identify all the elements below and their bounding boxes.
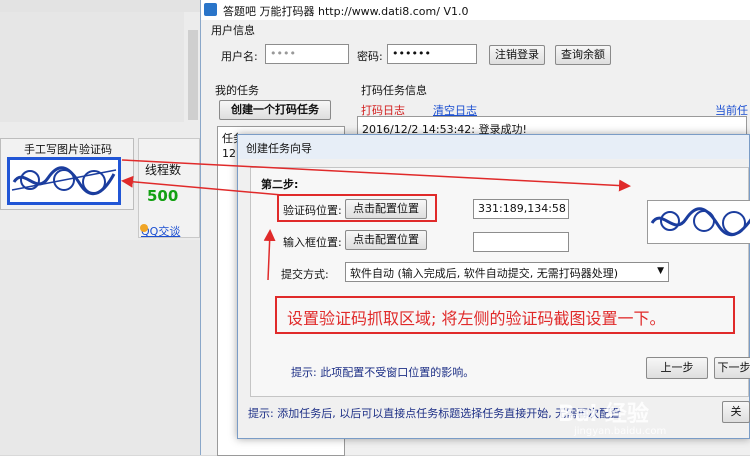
annotation-arrows — [121, 159, 631, 281]
watermark: Bai 经验 — [558, 402, 649, 427]
arrow-to-button — [263, 229, 276, 281]
arrow-to-captcha — [121, 175, 283, 196]
watermark-url: jingyan.baidu.com — [574, 426, 667, 437]
arrow-to-preview — [121, 159, 631, 192]
